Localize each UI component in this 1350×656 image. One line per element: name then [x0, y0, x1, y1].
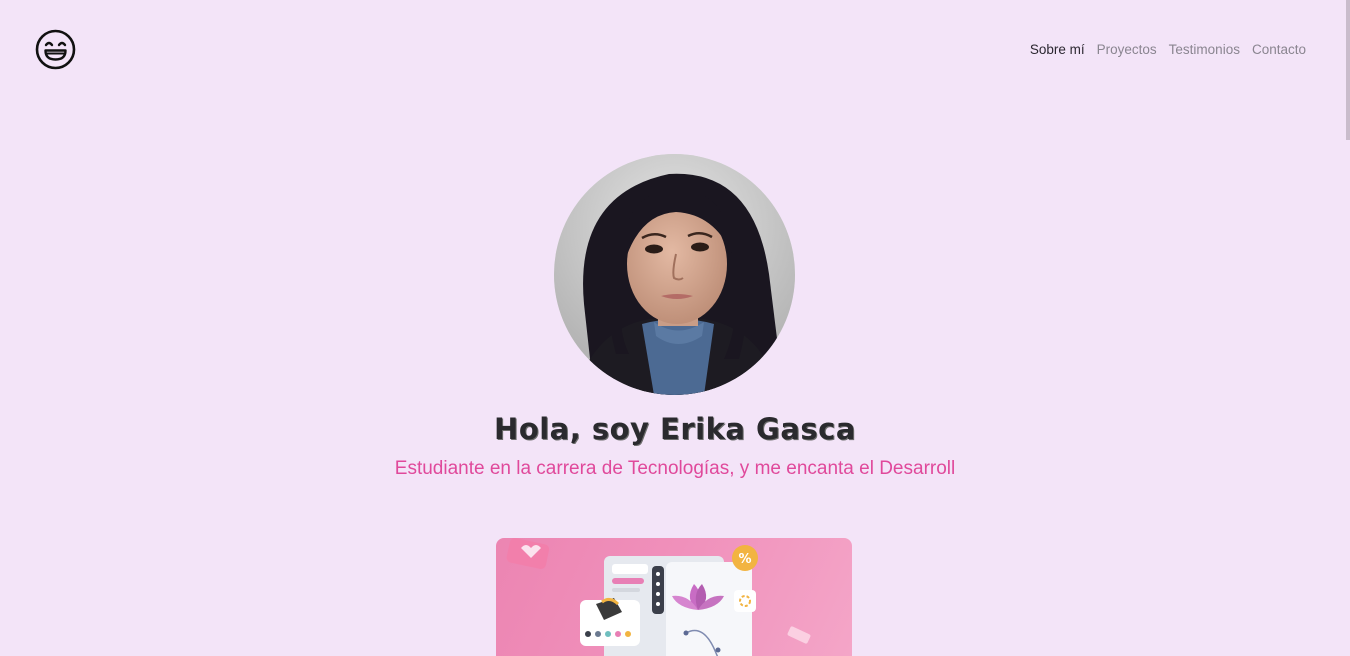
profile-photo — [554, 154, 795, 395]
grinning-face-icon[interactable] — [35, 29, 76, 70]
nav-link-testimonios[interactable]: Testimonios — [1169, 42, 1240, 57]
scrollbar[interactable] — [1346, 0, 1350, 140]
hero-title: Hola, soy Erika Gasca — [494, 412, 856, 446]
main-nav: Sobre mí Proyectos Testimonios Contacto — [1030, 42, 1306, 57]
nav-link-proyectos[interactable]: Proyectos — [1097, 42, 1157, 57]
page: Sobre mí Proyectos Testimonios Contacto — [0, 0, 1350, 656]
svg-text:%: % — [738, 552, 751, 567]
hero-subtitle: Estudiante en la carrera de Tecnologías,… — [394, 458, 956, 479]
project-card-image[interactable]: % — [496, 538, 852, 656]
chat-bubble-icon — [506, 538, 550, 569]
nav-link-contacto[interactable]: Contacto — [1252, 42, 1306, 57]
percent-badge-icon: % — [732, 545, 758, 571]
nav-link-sobre-mi[interactable]: Sobre mí — [1030, 42, 1085, 57]
loading-icon — [734, 590, 756, 612]
